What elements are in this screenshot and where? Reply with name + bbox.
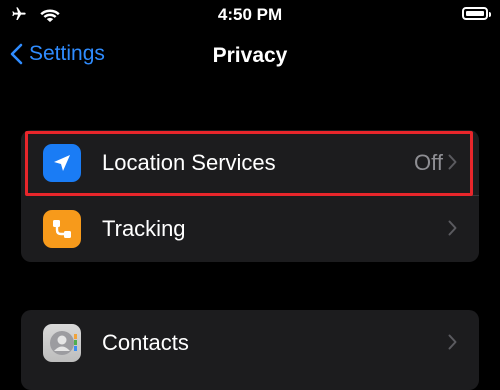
row-label-contacts: Contacts: [102, 330, 189, 355]
page-title: Privacy: [212, 44, 288, 67]
row-tracking[interactable]: Tracking: [21, 196, 479, 262]
battery-icon: [462, 7, 491, 20]
nav-bar: Settings Privacy: [0, 36, 500, 76]
row-contacts[interactable]: Contacts: [21, 310, 479, 376]
privacy-group-2: Contacts: [21, 310, 479, 390]
tracking-icon: [43, 210, 81, 248]
contacts-icon: [43, 324, 81, 362]
location-arrow-icon: [43, 144, 81, 182]
status-bar: 4:50 PM: [0, 0, 500, 30]
chevron-right-icon: [448, 154, 457, 170]
row-label-tracking: Tracking: [102, 216, 186, 241]
chevron-right-icon: [448, 220, 457, 236]
row-location-services[interactable]: Location Services Off: [21, 130, 479, 196]
row-value-location-services: Off: [414, 150, 443, 175]
chevron-right-icon: [448, 334, 457, 350]
privacy-group-1: Location Services Off Tracking: [21, 130, 479, 262]
row-label-location-services: Location Services: [102, 150, 276, 175]
status-time: 4:50 PM: [217, 5, 283, 24]
